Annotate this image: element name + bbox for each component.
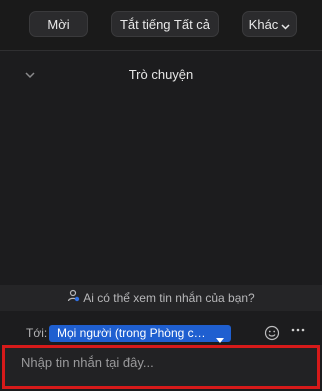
more-button[interactable]: Khác [242,11,297,37]
chevron-down-icon [281,13,290,39]
invite-button[interactable]: Mời [29,11,88,37]
recipient-dropdown[interactable]: Mọi người (trong Phòng chờ) [49,325,231,343]
to-label: Tới: [26,326,48,340]
person-privacy-icon [67,285,80,311]
recipient-row: Tới: Mọi người (trong Phòng chờ) [0,322,322,344]
chat-title: Trò chuyện [128,67,194,82]
emoji-icon[interactable] [264,325,280,341]
mute-all-button[interactable]: Tắt tiếng Tất cả [111,11,219,37]
message-input[interactable] [21,355,301,379]
chat-header: Trò chuyện [0,56,322,92]
mute-all-button-label: Tắt tiếng Tất cả [119,17,211,32]
privacy-notice-text: Ai có thể xem tin nhắn của bạn? [83,291,255,305]
message-input-container [2,345,320,389]
invite-button-label: Mời [47,17,70,32]
more-button-label: Khác [248,17,279,32]
toolbar-divider [0,50,322,51]
more-options-icon[interactable] [290,322,306,338]
recipient-value: Mọi người (trong Phòng chờ) [57,326,207,340]
top-toolbar: Mời Tắt tiếng Tất cả Khác [0,0,322,50]
privacy-notice[interactable]: Ai có thể xem tin nhắn của bạn? [0,285,322,311]
